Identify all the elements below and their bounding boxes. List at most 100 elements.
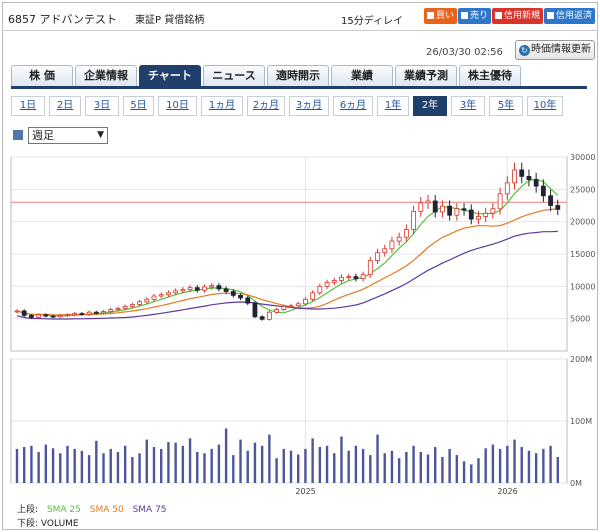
period-5[interactable]: 10日 [158,96,197,116]
price-tick-label: 10000 [570,282,595,291]
candle-body [382,248,388,254]
period-11[interactable]: 2年 [413,96,447,116]
candle-body [230,291,236,296]
volume-bar [217,444,221,483]
tab-earnings[interactable]: 業績 [331,65,393,86]
candle-body [166,292,171,296]
volume-bar [51,448,55,483]
volume-bar [232,455,235,483]
tab-shareholder-benefits[interactable]: 株主優待 [459,65,521,86]
volume-tick-label: 100M [570,417,592,426]
period-9[interactable]: 6ヵ月 [333,96,373,116]
volume-bar [520,447,523,483]
square-icon [13,130,23,140]
volume-bar [527,450,531,483]
period-14[interactable]: 10年 [527,96,563,116]
candle-body [21,310,27,316]
candle-body [504,182,510,195]
volume-bar [15,448,19,483]
volume-bar [131,456,134,483]
volume-bar [167,442,170,483]
volume-bar [383,453,386,483]
volume-bar [73,448,76,483]
period-2[interactable]: 2日 [49,96,81,116]
period-6[interactable]: 1ヵ月 [201,96,243,116]
candle-body [194,287,200,291]
volume-bar [102,453,105,483]
upper-legend: 上段: SMA 25 SMA 50 SMA 75 [17,505,167,515]
period-7[interactable]: 2ヵ月 [247,96,285,116]
volume-bar [59,453,62,483]
sell-button[interactable]: 売り [458,8,492,24]
tab-forecast[interactable]: 業績予測 [395,65,457,86]
margin-repay-button[interactable]: 信用返済 [544,8,596,24]
delay-label: 15分ディレイ [341,16,404,27]
candle-body [317,285,323,294]
period-8[interactable]: 3ヵ月 [289,96,329,116]
candle-body [512,169,517,184]
volume-bar [304,448,307,483]
volume-bar [152,447,156,483]
candle-body [425,200,431,204]
candle-body [266,311,272,320]
volume-bar [369,455,372,483]
volume-bar [188,438,192,483]
volume-bar [491,444,495,483]
period-4[interactable]: 5日 [123,96,154,116]
chart-area: 30000 25000 20000 15000 10000 5000 200M 100M 0M 2… [3,153,597,501]
legend-sma-75: SMA 75 [132,505,167,515]
x-tick-label: 2026 [497,487,517,496]
candle-body [101,311,106,314]
volume-bar [289,450,293,483]
tab-disclosure[interactable]: 適時開示 [267,65,329,86]
candle-body [555,205,561,210]
candle-body [144,298,150,303]
volume-bar [297,454,300,483]
candle-body [72,313,78,316]
volume-bar [484,448,487,483]
volume-bar [203,453,206,483]
volume-bar [549,445,552,483]
buy-button[interactable]: 買い [424,8,458,24]
period-12[interactable]: 3年 [451,96,485,116]
candle-body [108,309,114,312]
volume-bar [66,445,69,483]
candle-body [209,285,215,288]
volume-bar [397,458,401,483]
tab-company-info[interactable]: 企業情報 [75,65,137,86]
interval-select[interactable]: 週足 ▼ [28,127,108,144]
candle-body [497,193,503,210]
refresh-icon: ↻ [519,45,530,56]
candle-body [324,282,330,287]
volume-bar [253,442,257,483]
period-10[interactable]: 1年 [377,96,409,116]
volume-bar [513,439,516,483]
candle-body [346,276,352,279]
candle-body [43,314,49,317]
lower-legend: 下段: VOLUME [17,519,79,529]
price-tick-label: 20000 [570,218,595,227]
legend-volume: VOLUME [40,519,79,529]
price-tick-label: 5000 [570,315,590,324]
volume-bar [354,445,358,483]
candle-body [360,274,366,279]
stock-code-name: 6857 アドバンテスト [8,13,118,26]
volume-bar [470,464,473,483]
candle-body [93,311,99,314]
tab-news[interactable]: ニュース [203,65,265,86]
margin-new-button[interactable]: 信用新規 [492,8,544,24]
period-13[interactable]: 5年 [489,96,523,116]
legend-sma-50: SMA 50 [89,505,124,515]
square-icon [461,12,468,19]
candle-body [216,285,222,290]
volume-bar [340,436,343,483]
refresh-button[interactable]: ↻ 時価情報更新 [515,40,595,60]
tab-stock-price[interactable]: 株 価 [11,65,73,86]
tab-chart[interactable]: チャート [139,65,201,86]
candle-body [519,169,525,177]
candle-body [137,301,142,305]
candle-body [483,212,489,217]
period-3[interactable]: 3日 [85,96,119,116]
candle-body [238,294,243,299]
period-1[interactable]: 1日 [11,96,45,116]
